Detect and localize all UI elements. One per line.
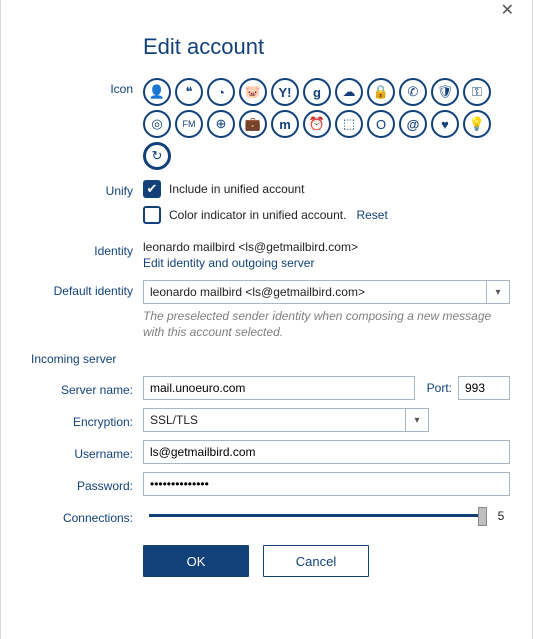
label-server-name: Server name:: [1, 379, 143, 397]
label-port: Port:: [427, 381, 452, 395]
refresh-icon[interactable]: ↻: [143, 142, 171, 170]
ok-button[interactable]: OK: [143, 545, 249, 577]
briefcase-icon[interactable]: 💼: [239, 110, 267, 138]
ok-label: OK: [187, 554, 206, 569]
username-input[interactable]: [143, 440, 510, 464]
connections-value: 5: [492, 509, 510, 523]
edit-identity-link[interactable]: Edit identity and outgoing server: [143, 256, 314, 270]
fm-icon[interactable]: FM: [175, 110, 203, 138]
target-icon[interactable]: ◎: [143, 110, 171, 138]
label-username: Username:: [1, 443, 143, 461]
edit-account-dialog: ✕ Edit account Icon 👤❝◔🐷Y!g☁🔒✆🛡⚿ ◎FM⊕💼m⏰⬚…: [0, 0, 533, 639]
label-password: Password:: [1, 475, 143, 493]
yahoo-icon[interactable]: Y!: [271, 78, 299, 106]
chevron-down-icon: ▾: [486, 281, 509, 303]
identity-value: leonardo mailbird <ls@getmailbird.com>: [143, 240, 510, 254]
circle-icon[interactable]: ◔: [207, 78, 235, 106]
at-icon[interactable]: @: [399, 110, 427, 138]
reset-link[interactable]: Reset: [356, 208, 387, 222]
label-encryption: Encryption:: [1, 411, 143, 429]
include-unified-checkbox[interactable]: ✔: [143, 180, 161, 198]
default-identity-help: The preselected sender identity when com…: [143, 309, 510, 340]
incoming-server-heading: Incoming server: [31, 352, 510, 366]
cancel-button[interactable]: Cancel: [263, 545, 369, 577]
globe-icon[interactable]: ⊕: [207, 110, 235, 138]
cloud-icon[interactable]: ☁: [335, 78, 363, 106]
label-icon: Icon: [1, 78, 143, 96]
label-identity: Identity: [1, 240, 143, 258]
default-identity-value: leonardo mailbird <ls@getmailbird.com>: [150, 285, 365, 299]
port-input[interactable]: [458, 376, 510, 400]
label-unify: Unify: [1, 180, 143, 198]
key-icon[interactable]: ⚿: [463, 78, 491, 106]
close-icon[interactable]: ✕: [501, 4, 514, 18]
label-default-identity: Default identity: [1, 280, 143, 298]
color-indicator-label: Color indicator in unified account.: [169, 208, 346, 222]
cancel-label: Cancel: [296, 554, 336, 569]
quote-icon[interactable]: ❝: [175, 78, 203, 106]
dialog-title: Edit account: [143, 34, 510, 60]
shield-icon[interactable]: 🛡: [431, 78, 459, 106]
chevron-down-icon: ▾: [405, 409, 428, 431]
bulb-icon[interactable]: 💡: [463, 110, 491, 138]
password-input[interactable]: [143, 472, 510, 496]
slider-thumb[interactable]: [478, 507, 487, 526]
m-icon[interactable]: m: [271, 110, 299, 138]
encryption-select[interactable]: SSL/TLS ▾: [143, 408, 429, 432]
include-unified-label: Include in unified account: [169, 182, 304, 196]
connections-slider[interactable]: [149, 514, 486, 517]
outlook-icon[interactable]: O: [367, 110, 395, 138]
color-indicator-checkbox[interactable]: [143, 206, 161, 224]
cube-icon[interactable]: ⬚: [335, 110, 363, 138]
phone-icon[interactable]: ✆: [399, 78, 427, 106]
google-icon[interactable]: g: [303, 78, 331, 106]
lock-icon[interactable]: 🔒: [367, 78, 395, 106]
person-icon[interactable]: 👤: [143, 78, 171, 106]
heart-icon[interactable]: ♥: [431, 110, 459, 138]
icon-grid: 👤❝◔🐷Y!g☁🔒✆🛡⚿ ◎FM⊕💼m⏰⬚O@♥💡 ↻: [143, 78, 510, 170]
clock-icon[interactable]: ⏰: [303, 110, 331, 138]
piggy-icon[interactable]: 🐷: [239, 78, 267, 106]
encryption-value: SSL/TLS: [150, 413, 198, 427]
server-name-input[interactable]: [143, 376, 415, 400]
default-identity-select[interactable]: leonardo mailbird <ls@getmailbird.com> ▾: [143, 280, 510, 304]
label-connections: Connections:: [1, 507, 143, 525]
